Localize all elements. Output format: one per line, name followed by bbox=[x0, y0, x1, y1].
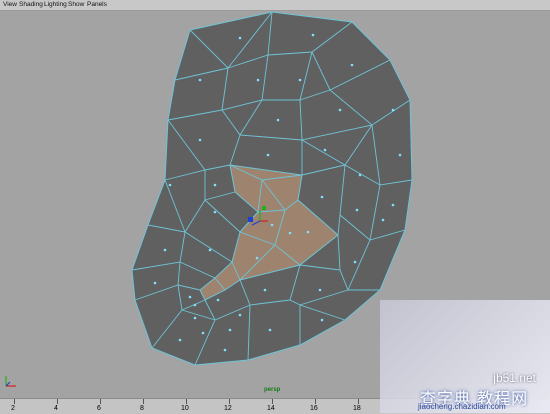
manipulator-center[interactable] bbox=[248, 217, 253, 222]
timeline-tick: 6 bbox=[97, 405, 101, 412]
timeline-tick: 14 bbox=[267, 405, 275, 412]
timeline-tick: 12 bbox=[224, 405, 232, 412]
view-axis-icon bbox=[5, 376, 16, 387]
menu-view[interactable]: View bbox=[3, 0, 17, 10]
camera-name-label: persp bbox=[264, 387, 281, 393]
menu-shading[interactable]: Shading bbox=[19, 0, 43, 10]
timeline-tick: 10 bbox=[181, 405, 189, 412]
timeline-tick: 4 bbox=[54, 405, 58, 412]
y-axis-tip-icon[interactable] bbox=[262, 206, 266, 210]
timeline-tick: 18 bbox=[353, 405, 361, 412]
menu-lighting[interactable]: Lighting bbox=[44, 0, 67, 10]
menu-show[interactable]: Show bbox=[68, 0, 84, 10]
menu-panels[interactable]: Panels bbox=[87, 0, 107, 10]
watermark-site: jb51.net bbox=[493, 371, 536, 385]
timeline-tick: 2 bbox=[11, 405, 15, 412]
timeline-tick: 8 bbox=[140, 405, 144, 412]
menu-bar: View Shading Lighting Show Panels bbox=[0, 0, 550, 11]
timeline-tick: 16 bbox=[310, 405, 318, 412]
watermark-url: jiaocheng.chazidian.com bbox=[418, 402, 506, 411]
watermark: jb51.net 查字典 教程网 jiaocheng.chazidian.com bbox=[380, 300, 550, 413]
